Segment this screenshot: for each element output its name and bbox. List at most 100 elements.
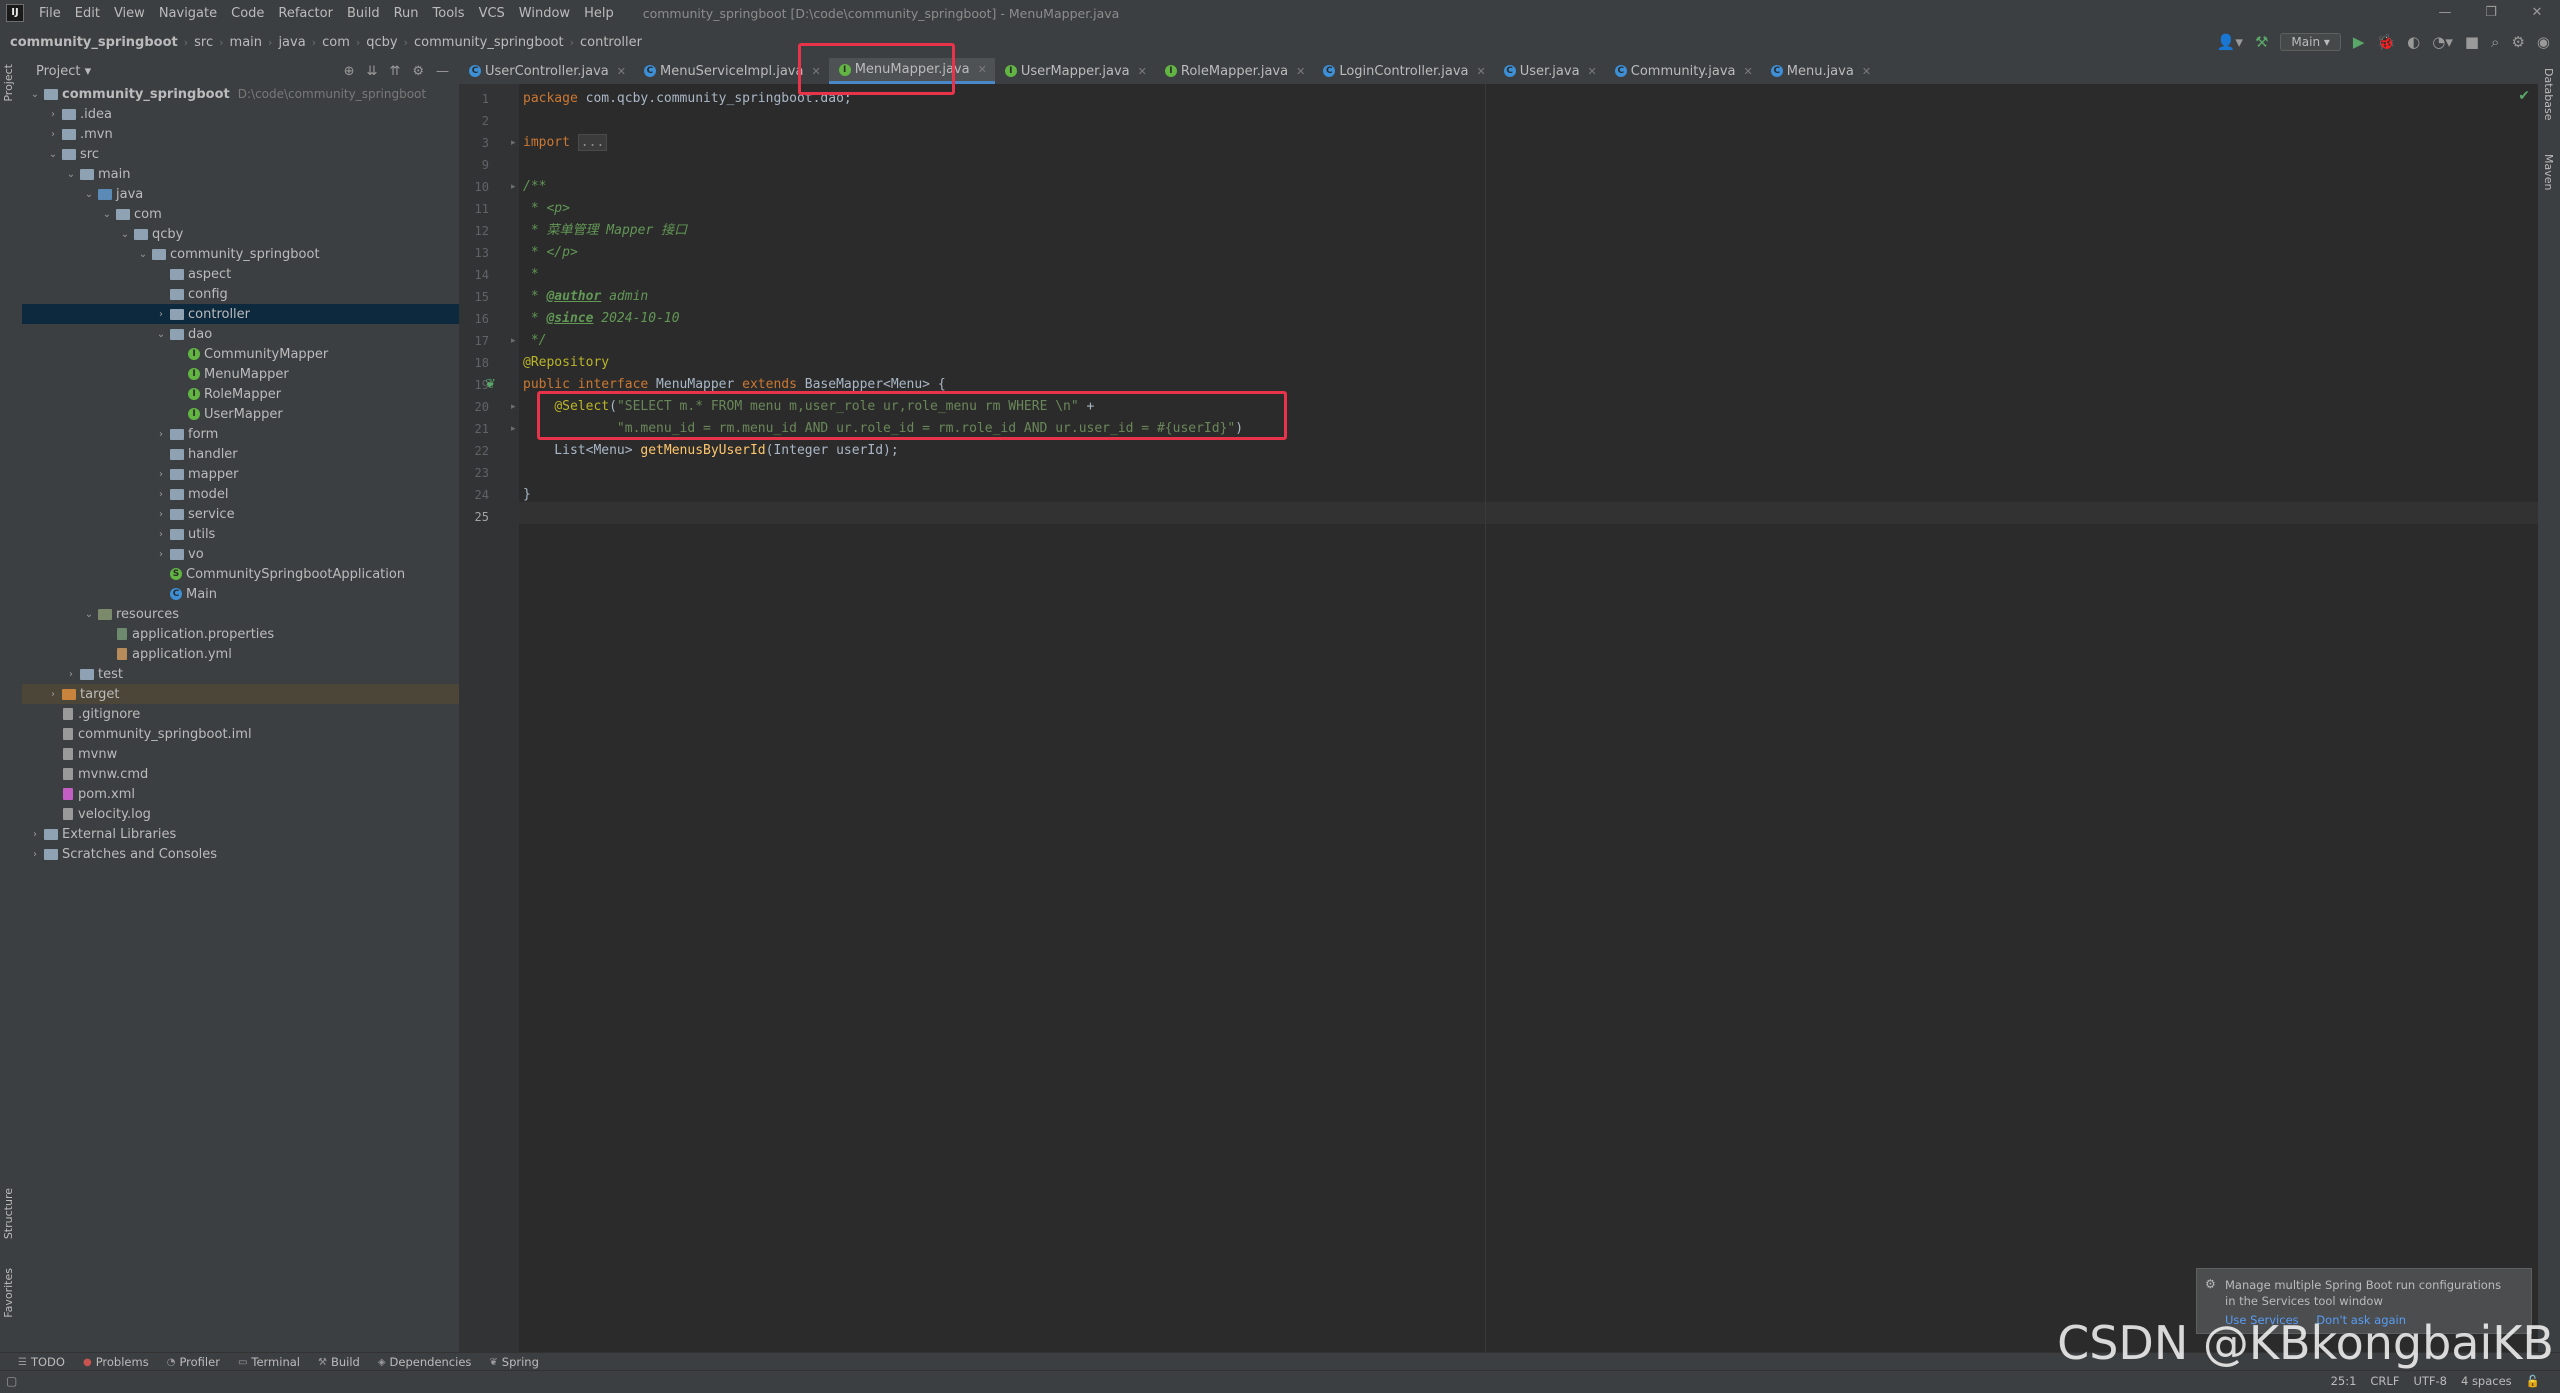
run-icon[interactable]: ▶ bbox=[2353, 33, 2365, 51]
tree-item[interactable]: config bbox=[22, 284, 459, 304]
database-tool-button[interactable]: Database bbox=[2542, 68, 2555, 121]
project-view-select[interactable]: Project ▾ bbox=[36, 64, 91, 79]
menu-view[interactable]: View bbox=[107, 6, 152, 21]
hide-panel-icon[interactable]: — bbox=[436, 64, 449, 79]
breadcrumb-item[interactable]: main bbox=[227, 35, 265, 50]
close-tab-icon[interactable]: ✕ bbox=[1744, 65, 1753, 78]
tree-item[interactable]: › target bbox=[22, 684, 459, 704]
project-tool-button[interactable]: Project bbox=[2, 64, 15, 102]
tree-item[interactable]: ⌄ qcby bbox=[22, 224, 459, 244]
locate-icon[interactable]: ⊕ bbox=[344, 64, 355, 79]
chevron-right-icon[interactable]: › bbox=[154, 549, 168, 560]
tree-item[interactable]: mvnw bbox=[22, 744, 459, 764]
chevron-down-icon[interactable]: ⌄ bbox=[136, 249, 150, 260]
editor-tab[interactable]: C UserController.java ✕ bbox=[459, 58, 634, 84]
favorites-tool-button[interactable]: Favorites bbox=[2, 1268, 15, 1318]
editor-tab[interactable]: C Menu.java ✕ bbox=[1761, 58, 1879, 84]
tree-item[interactable]: › Scratches and Consoles bbox=[22, 844, 459, 864]
code-line[interactable]: */ bbox=[523, 330, 547, 352]
code-line[interactable]: } bbox=[523, 484, 531, 506]
menu-tools[interactable]: Tools bbox=[426, 6, 472, 21]
breadcrumb-item[interactable]: src bbox=[191, 35, 216, 50]
chevron-right-icon[interactable]: › bbox=[154, 429, 168, 440]
tool-window-dependencies[interactable]: ◈ Dependencies bbox=[378, 1355, 472, 1369]
chevron-down-icon[interactable]: ⌄ bbox=[118, 229, 132, 240]
profile-icon[interactable]: ◔▾ bbox=[2432, 33, 2453, 51]
menu-edit[interactable]: Edit bbox=[68, 6, 107, 21]
breadcrumb-item[interactable]: community_springboot bbox=[0, 35, 181, 50]
tool-window-profiler[interactable]: ◔ Profiler bbox=[167, 1355, 220, 1369]
code-line[interactable]: * bbox=[523, 264, 539, 286]
close-tab-icon[interactable]: ✕ bbox=[1588, 65, 1597, 78]
tree-item[interactable]: velocity.log bbox=[22, 804, 459, 824]
menu-run[interactable]: Run bbox=[387, 6, 426, 21]
editor-tab[interactable]: C User.java ✕ bbox=[1494, 58, 1605, 84]
code-line[interactable]: * @since 2024-10-10 bbox=[523, 308, 680, 330]
chevron-down-icon[interactable]: ⌄ bbox=[82, 609, 96, 620]
tool-window-build[interactable]: ⚒ Build bbox=[318, 1355, 360, 1369]
close-tab-icon[interactable]: ✕ bbox=[978, 63, 987, 76]
tree-item[interactable]: handler bbox=[22, 444, 459, 464]
menu-vcs[interactable]: VCS bbox=[472, 6, 512, 21]
tree-item[interactable]: S CommunitySpringbootApplication bbox=[22, 564, 459, 584]
tree-item[interactable]: I RoleMapper bbox=[22, 384, 459, 404]
close-tab-icon[interactable]: ✕ bbox=[1477, 65, 1486, 78]
fold-marker-icon[interactable]: ▸ bbox=[511, 396, 516, 418]
tool-window-todo[interactable]: ☰ TODO bbox=[18, 1355, 65, 1369]
tree-item[interactable]: › form bbox=[22, 424, 459, 444]
tree-item[interactable]: › model bbox=[22, 484, 459, 504]
tree-item[interactable]: › .idea bbox=[22, 104, 459, 124]
tree-item[interactable]: › mapper bbox=[22, 464, 459, 484]
breadcrumb-item[interactable]: com bbox=[319, 35, 353, 50]
coverage-icon[interactable]: ◐ bbox=[2407, 33, 2420, 51]
close-tab-icon[interactable]: ✕ bbox=[1296, 65, 1305, 78]
chevron-right-icon[interactable]: › bbox=[154, 509, 168, 520]
tree-item[interactable]: application.properties bbox=[22, 624, 459, 644]
tree-item[interactable]: ⌄ dao bbox=[22, 324, 459, 344]
layout-toggle-icon[interactable]: ▢ bbox=[6, 1374, 17, 1388]
tree-item[interactable]: application.yml bbox=[22, 644, 459, 664]
tree-item[interactable]: pom.xml bbox=[22, 784, 459, 804]
close-tab-icon[interactable]: ✕ bbox=[1138, 65, 1147, 78]
settings-gear-icon[interactable]: ⚙ bbox=[2511, 33, 2524, 51]
code-line[interactable]: import ... bbox=[523, 132, 608, 154]
fold-marker-icon[interactable]: ▸ bbox=[511, 132, 516, 154]
tree-item[interactable]: C Main bbox=[22, 584, 459, 604]
tree-item[interactable]: ⌄ community_springboot bbox=[22, 244, 459, 264]
no-problems-check-icon[interactable]: ✔ bbox=[2518, 88, 2530, 104]
editor-tab[interactable]: C Community.java ✕ bbox=[1605, 58, 1761, 84]
code-line[interactable]: * @author admin bbox=[523, 286, 648, 308]
tree-item[interactable]: .gitignore bbox=[22, 704, 459, 724]
build-hammer-icon[interactable]: ⚒ bbox=[2255, 33, 2268, 51]
tree-item[interactable]: mvnw.cmd bbox=[22, 764, 459, 784]
collapse-all-icon[interactable]: ⇈ bbox=[389, 64, 400, 79]
breadcrumb-item[interactable]: community_springboot bbox=[411, 35, 567, 50]
menu-code[interactable]: Code bbox=[224, 6, 271, 21]
tree-item[interactable]: › utils bbox=[22, 524, 459, 544]
editor-tab[interactable]: C LoginController.java ✕ bbox=[1313, 58, 1493, 84]
minimize-button[interactable]: — bbox=[2422, 0, 2468, 26]
fold-marker-icon[interactable]: ▸ bbox=[511, 176, 516, 198]
restore-button[interactable]: ❐ bbox=[2468, 0, 2514, 26]
chevron-right-icon[interactable]: › bbox=[28, 829, 42, 840]
tree-item[interactable]: I MenuMapper bbox=[22, 364, 459, 384]
caret-position[interactable]: 25:1 bbox=[2331, 1374, 2357, 1388]
menu-navigate[interactable]: Navigate bbox=[152, 6, 224, 21]
tree-item[interactable]: ⌄ resources bbox=[22, 604, 459, 624]
user-icon[interactable]: 👤▾ bbox=[2217, 33, 2243, 51]
menu-file[interactable]: File bbox=[32, 6, 68, 21]
chevron-right-icon[interactable]: › bbox=[28, 849, 42, 860]
chevron-right-icon[interactable]: › bbox=[46, 109, 60, 120]
options-gear-icon[interactable]: ⚙ bbox=[412, 64, 424, 79]
run-configuration-select[interactable]: Main ▾ bbox=[2280, 33, 2341, 51]
chevron-down-icon[interactable]: ⌄ bbox=[28, 89, 42, 100]
tree-item[interactable]: ⌄ java bbox=[22, 184, 459, 204]
chevron-right-icon[interactable]: › bbox=[154, 489, 168, 500]
breadcrumb-item[interactable]: controller bbox=[577, 35, 645, 50]
tree-item[interactable]: ⌄ main bbox=[22, 164, 459, 184]
editor-tab[interactable]: I RoleMapper.java ✕ bbox=[1155, 58, 1313, 84]
indent-setting[interactable]: 4 spaces bbox=[2461, 1374, 2512, 1388]
chevron-down-icon[interactable]: ⌄ bbox=[82, 189, 96, 200]
code-line[interactable]: @Repository bbox=[523, 352, 609, 374]
close-tab-icon[interactable]: ✕ bbox=[1862, 65, 1871, 78]
